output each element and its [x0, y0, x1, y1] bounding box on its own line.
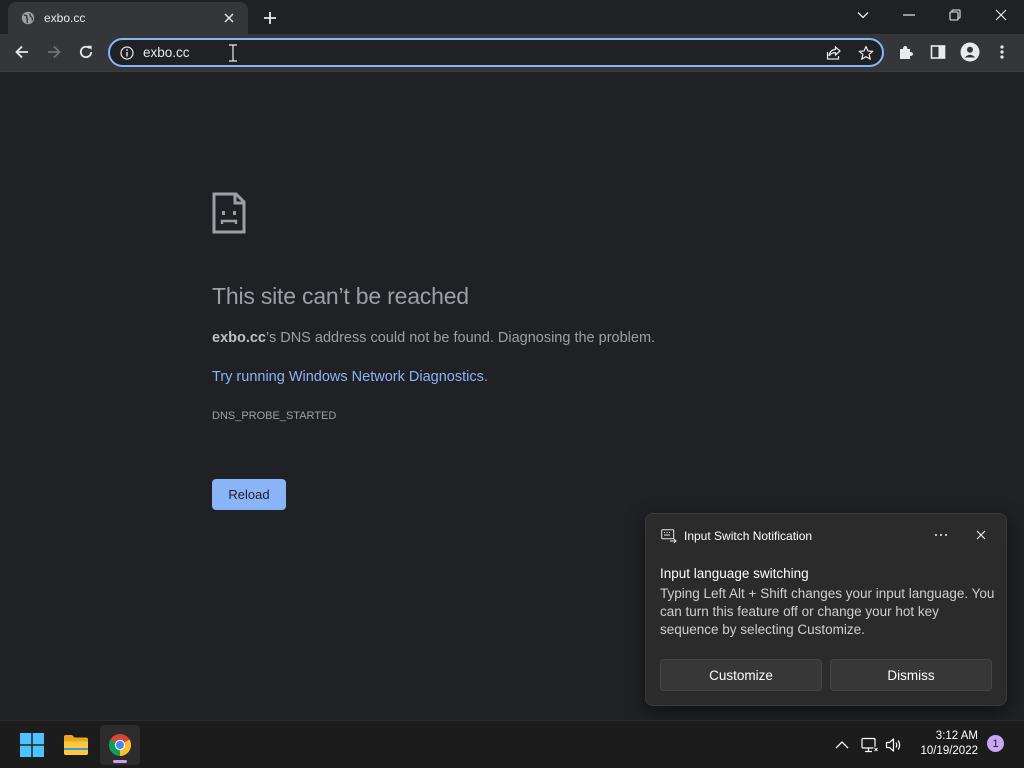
customize-button[interactable]: Customize [660, 659, 822, 691]
extensions-button[interactable] [892, 38, 920, 66]
refresh-icon [79, 45, 93, 58]
info-icon[interactable] [119, 45, 135, 61]
taskbar-clock[interactable]: 3:12 AM 10/19/2022 [908, 729, 978, 759]
arrow-right-icon [48, 45, 61, 59]
error-code: DNS_PROBE_STARTED [212, 410, 337, 422]
puzzle-icon [900, 46, 913, 59]
network-diagnostics-link[interactable]: Try running Windows Network Diagnostics [212, 369, 484, 385]
notification-body: Typing Left Alt + Shift changes your inp… [660, 586, 995, 637]
clock-time: 3:12 AM [935, 730, 978, 742]
browser-toolbar [0, 34, 1024, 72]
tab-strip: exbo.cc [0, 0, 1024, 34]
share-icon[interactable] [824, 44, 844, 62]
error-domain: exbo.cc [212, 330, 266, 346]
close-icon [995, 9, 1007, 21]
chevron-down-icon [857, 12, 869, 19]
minimize-icon [903, 14, 915, 16]
notification-app-name: Input Switch Notification [684, 529, 813, 543]
error-title: This site can’t be reached [212, 283, 469, 309]
plus-icon [264, 12, 276, 24]
clock-date: 10/19/2022 [920, 745, 978, 757]
windows-logo-icon [20, 733, 44, 757]
reload-button[interactable]: Reload [212, 479, 286, 510]
chrome-taskbar-button[interactable] [100, 725, 140, 765]
back-button[interactable] [8, 38, 36, 66]
error-description-text: ’s DNS address could not be found. Diagn… [266, 330, 656, 346]
diagnostics-suggestion: Try running Windows Network Diagnostics. [212, 369, 488, 385]
network-disconnected-icon [861, 737, 879, 753]
text-cursor-icon [229, 44, 237, 62]
menu-button[interactable] [988, 38, 1016, 66]
sad-document-icon [212, 192, 246, 234]
tab-title: exbo.cc [44, 11, 86, 25]
diagnostics-period: . [483, 369, 488, 385]
restore-icon [949, 9, 961, 21]
chrome-icon [109, 734, 131, 756]
avatar-icon [960, 42, 980, 62]
profile-button[interactable] [956, 38, 984, 66]
kebab-menu-icon [1000, 45, 1004, 59]
start-button[interactable] [12, 725, 52, 765]
folder-icon [64, 735, 88, 755]
tab-close-icon[interactable] [220, 9, 238, 27]
dismiss-button[interactable]: Dismiss [830, 659, 992, 691]
taskbar: 3:12 AM 10/19/2022 [0, 720, 1024, 768]
notification-title: Input language switching [660, 566, 809, 581]
minimize-button[interactable] [886, 0, 932, 30]
restore-button[interactable] [932, 0, 978, 30]
file-explorer-button[interactable] [56, 725, 96, 765]
chevron-up-icon [835, 741, 849, 749]
show-hidden-icons-button[interactable] [832, 735, 852, 755]
tab-search-button[interactable] [840, 0, 886, 30]
side-panel-icon [930, 45, 946, 59]
error-description: exbo.cc’s DNS address could not be found… [212, 330, 655, 346]
network-tray-button[interactable] [860, 735, 880, 755]
browser-tab[interactable]: exbo.cc [8, 2, 248, 34]
forward-button[interactable] [40, 38, 68, 66]
side-panel-button[interactable] [924, 38, 952, 66]
new-tab-button[interactable] [258, 7, 282, 29]
bookmark-star-icon[interactable] [856, 44, 876, 62]
input-switch-notification: Input Switch Notification Input language… [645, 513, 1007, 706]
notification-count-badge[interactable]: 1 [987, 735, 1004, 752]
reload-toolbar-button[interactable] [72, 38, 100, 66]
close-window-button[interactable] [978, 0, 1024, 30]
notification-close-icon[interactable] [972, 526, 990, 544]
volume-tray-button[interactable] [884, 735, 904, 755]
speaker-icon [885, 738, 901, 752]
keyboard-language-icon [661, 529, 677, 543]
more-options-icon[interactable] [931, 526, 951, 544]
address-bar[interactable] [108, 38, 884, 67]
arrow-left-icon [15, 45, 28, 59]
globe-icon [20, 10, 36, 26]
active-app-indicator [113, 760, 127, 763]
